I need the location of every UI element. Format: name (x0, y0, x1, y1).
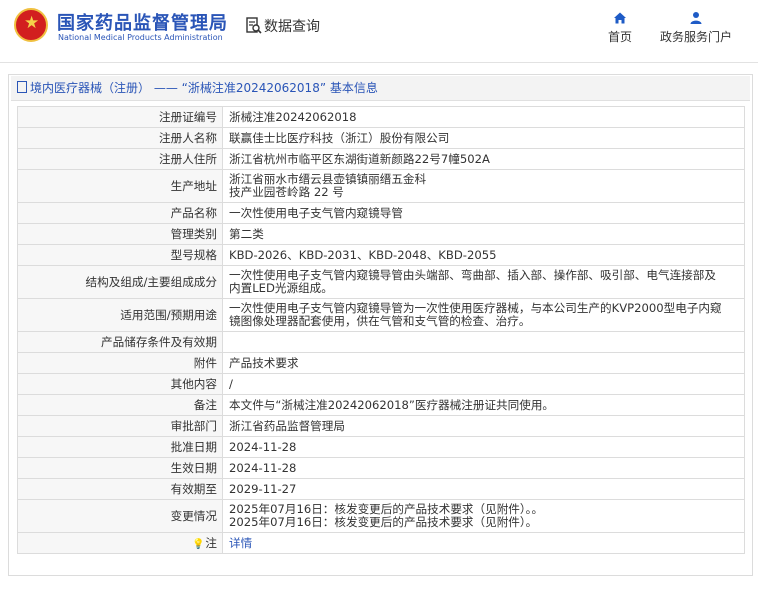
field-value: 本文件与“浙械注准20242062018”医疗器械注册证共同使用。 (222, 394, 745, 416)
table-row: 有效期至 2029-11-27 (17, 478, 745, 500)
field-value: / (222, 373, 745, 395)
table-row: 批准日期 2024-11-28 (17, 436, 745, 458)
field-value (222, 331, 745, 353)
nav-service-portal[interactable]: 政务服务门户 (660, 11, 732, 45)
field-label: 变更情况 (17, 499, 223, 533)
table-row: 管理类别 第二类 (17, 223, 745, 245)
table-row: 产品储存条件及有效期 (17, 331, 745, 353)
note-label-cell: 💡注 (17, 532, 223, 554)
field-value: 2029-11-27 (222, 478, 745, 500)
user-icon (690, 12, 702, 24)
table-row: 适用范围/预期用途 一次性使用电子支气管内窥镜导管为一次性使用医疗器械，与本公司生… (17, 298, 745, 332)
table-row: 型号规格 KBD-2026、KBD-2031、KBD-2048、KBD-2055 (17, 244, 745, 266)
field-value: 2024-11-28 (222, 457, 745, 479)
detail-panel: 境内医疗器械（注册） —— “浙械注准20242062018” 基本信息 注册证… (8, 74, 753, 576)
field-label: 注册证编号 (17, 106, 223, 128)
field-value: 2024-11-28 (222, 436, 745, 458)
field-label: 产品名称 (17, 202, 223, 224)
field-label: 型号规格 (17, 244, 223, 266)
table-row: 产品名称 一次性使用电子支气管内窥镜导管 (17, 202, 745, 224)
field-value: 联赢佳士比医疗科技（浙江）股份有限公司 (222, 127, 745, 149)
home-icon (614, 12, 626, 24)
note-row: 💡注 详情 (17, 532, 745, 554)
field-label: 有效期至 (17, 478, 223, 500)
table-row: 生效日期 2024-11-28 (17, 457, 745, 479)
detail-table: 注册证编号 浙械注准20242062018 注册人名称 联赢佳士比医疗科技（浙江）股份… (17, 106, 745, 554)
table-row: 结构及组成/主要组成成分 一次性使用电子支气管内窥镜导管由头端部、弯曲部、插入部、… (17, 265, 745, 299)
field-value: 浙江省丽水市缙云县壶镇镇丽缙五金科 技产业园苍岭路 22 号 (222, 169, 745, 203)
table-row: 注册人住所 浙江省杭州市临平区东湖街道新颜路22号7幢502A (17, 148, 745, 170)
field-value: 一次性使用电子支气管内窥镜导管由头端部、弯曲部、插入部、操作部、吸引部、电气连接… (222, 265, 745, 299)
table-row: 审批部门 浙江省药品监督管理局 (17, 415, 745, 437)
field-label: 管理类别 (17, 223, 223, 245)
panel-title-text: 境内医疗器械（注册） —— “浙械注准20242062018” 基本信息 (30, 81, 378, 95)
field-label: 批准日期 (17, 436, 223, 458)
data-query-label: 数据查询 (264, 19, 320, 35)
field-label: 生效日期 (17, 457, 223, 479)
field-value: 第二类 (222, 223, 745, 245)
field-label: 适用范围/预期用途 (17, 298, 223, 332)
field-value: 一次性使用电子支气管内窥镜导管为一次性使用医疗器械，与本公司生产的KVP2000… (222, 298, 745, 332)
nav-service-portal-label: 政务服务门户 (660, 30, 733, 44)
site-header: 国家药品监督管理局 National Medical Products Admi… (0, 0, 758, 63)
details-link[interactable]: 详情 (229, 536, 252, 550)
site-subtitle: National Medical Products Administration (58, 33, 223, 42)
table-row: 注册证编号 浙械注准20242062018 (17, 106, 745, 128)
field-label: 注册人住所 (17, 148, 223, 170)
nav-home-label: 首页 (607, 30, 632, 44)
field-value: 浙江省杭州市临平区东湖街道新颜路22号7幢502A (222, 148, 745, 170)
table-row: 生产地址 浙江省丽水市缙云县壶镇镇丽缙五金科 技产业园苍岭路 22 号 (17, 169, 745, 203)
field-label: 产品储存条件及有效期 (17, 331, 223, 353)
table-row: 其他内容 / (17, 373, 745, 395)
note-label: 注 (205, 536, 217, 550)
site-title: 国家药品监督管理局 (57, 13, 228, 34)
nav-home[interactable]: 首页 (607, 11, 633, 45)
table-row: 备注 本文件与“浙械注准20242062018”医疗器械注册证共同使用。 (17, 394, 745, 416)
lightbulb-icon: 💡 (191, 539, 205, 550)
field-value: 浙械注准20242062018 (222, 106, 745, 128)
table-row: 变更情况 2025年07月16日：核发变更后的产品技术要求（见附件）。。 2025… (17, 499, 745, 533)
panel-title: 境内医疗器械（注册） —— “浙械注准20242062018” 基本信息 (11, 76, 750, 101)
national-emblem-icon (14, 8, 48, 42)
field-value: KBD-2026、KBD-2031、KBD-2048、KBD-2055 (222, 244, 745, 266)
table-row: 注册人名称 联赢佳士比医疗科技（浙江）股份有限公司 (17, 127, 745, 149)
document-icon (17, 81, 27, 93)
field-value: 2025年07月16日：核发变更后的产品技术要求（见附件）。。 2025年07月… (222, 499, 745, 533)
field-value: 一次性使用电子支气管内窥镜导管 (222, 202, 745, 224)
field-label: 附件 (17, 352, 223, 374)
field-label: 生产地址 (17, 169, 223, 203)
field-label: 结构及组成/主要组成成分 (17, 265, 223, 299)
field-label: 备注 (17, 394, 223, 416)
field-value: 浙江省药品监督管理局 (222, 415, 745, 437)
field-label: 其他内容 (17, 373, 223, 395)
field-value: 产品技术要求 (222, 352, 745, 374)
table-row: 附件 产品技术要求 (17, 352, 745, 374)
search-document-icon (246, 17, 262, 35)
note-value-cell: 详情 (222, 532, 745, 554)
data-query-link[interactable]: 数据查询 (246, 16, 320, 36)
field-label: 注册人名称 (17, 127, 223, 149)
field-label: 审批部门 (17, 415, 223, 437)
